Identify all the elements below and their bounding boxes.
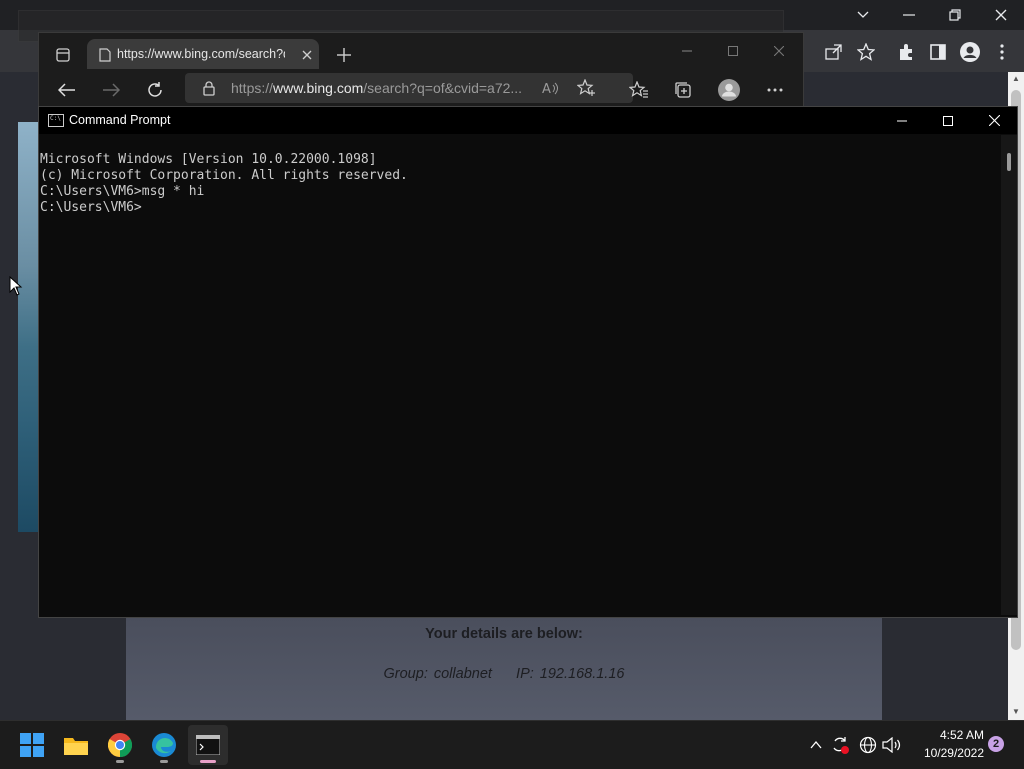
new-tab-icon[interactable]: [332, 43, 356, 67]
chrome-icon: [108, 733, 132, 757]
show-hidden-icons-chevron-up-icon[interactable]: [806, 733, 826, 757]
cmd-maximize-button[interactable]: [925, 107, 971, 134]
scroll-up-arrow[interactable]: ▲: [1008, 72, 1024, 86]
edge-taskbar-button[interactable]: [144, 725, 184, 765]
windows-logo-icon: [20, 733, 44, 757]
tab-actions-icon[interactable]: [51, 43, 75, 67]
collections-icon[interactable]: [671, 78, 695, 102]
clock-time[interactable]: 4:52 AM: [916, 728, 984, 742]
restore-icon: [949, 9, 961, 21]
active-indicator: [200, 760, 216, 763]
chrome-tab-search-button[interactable]: [840, 0, 886, 30]
taskbar: 4:52 AM 10/29/2022 2: [0, 720, 1024, 769]
chevron-down-icon: [857, 11, 869, 18]
share-icon[interactable]: [822, 40, 846, 64]
command-prompt-window[interactable]: C:\ Command Prompt Microsoft Windows [Ve…: [38, 106, 1018, 618]
address-url: https://www.bing.com/search?q=of&cvid=a7…: [231, 80, 523, 96]
close-tab-icon[interactable]: [295, 43, 319, 67]
details-title: Your details are below:: [425, 626, 583, 642]
cmd-taskbar-button[interactable]: [188, 725, 228, 765]
volume-icon[interactable]: [882, 733, 902, 757]
side-panel-icon[interactable]: [926, 40, 950, 64]
edge-window: https://www.bing.com/search?q https://ww…: [38, 32, 804, 108]
edge-close-button[interactable]: [767, 39, 791, 63]
favorites-icon[interactable]: [627, 78, 651, 102]
refresh-icon[interactable]: [143, 78, 167, 102]
scroll-down-arrow[interactable]: ▼: [1008, 705, 1024, 719]
edge-maximize-button[interactable]: [721, 39, 745, 63]
read-aloud-icon[interactable]: A: [539, 76, 563, 100]
close-icon: [995, 9, 1007, 21]
bookmark-star-icon[interactable]: [854, 40, 878, 64]
cmd-app-icon: C:\: [48, 114, 64, 127]
cmd-scrollbar-thumb[interactable]: [1007, 153, 1011, 171]
back-arrow-icon[interactable]: [55, 78, 79, 102]
running-indicator: [160, 760, 168, 763]
clock-date[interactable]: 10/29/2022: [910, 746, 984, 760]
edge-icon: [152, 733, 176, 757]
mouse-cursor-icon: [9, 275, 23, 301]
address-bar[interactable]: https://www.bing.com/search?q=of&cvid=a7…: [185, 73, 633, 103]
edge-tab-title: https://www.bing.com/search?q: [117, 47, 285, 61]
network-globe-icon[interactable]: [858, 733, 878, 757]
cmd-titlebar[interactable]: C:\ Command Prompt: [39, 107, 1017, 134]
edge-tab[interactable]: https://www.bing.com/search?q: [87, 39, 319, 69]
edge-profile-icon[interactable]: [717, 78, 741, 102]
cmd-console-output[interactable]: Microsoft Windows [Version 10.0.22000.10…: [40, 136, 1000, 614]
notification-count-badge[interactable]: 2: [988, 736, 1004, 752]
file-explorer-button[interactable]: [56, 725, 96, 765]
console-line: C:\Users\VM6>msg * hi: [40, 184, 205, 199]
chrome-minimize-button[interactable]: [886, 0, 932, 30]
chrome-close-button[interactable]: [978, 0, 1024, 30]
minimize-icon: [897, 120, 907, 121]
cmd-title: Command Prompt: [69, 113, 171, 127]
page-icon: [93, 43, 117, 67]
group-label: Group: collabnet: [383, 666, 492, 682]
add-favorite-icon[interactable]: [575, 76, 599, 100]
cmd-close-button[interactable]: [971, 107, 1017, 134]
chrome-taskbar-button[interactable]: [100, 725, 140, 765]
sync-status-icon[interactable]: [830, 733, 850, 757]
console-line: (c) Microsoft Corporation. All rights re…: [40, 168, 408, 183]
maximize-icon: [943, 115, 953, 126]
folder-icon: [64, 738, 88, 755]
chrome-restore-button[interactable]: [932, 0, 978, 30]
terminal-icon: [196, 735, 220, 755]
svg-text:A: A: [542, 82, 551, 95]
console-prompt-line: C:\Users\VM6>: [40, 200, 142, 215]
close-icon: [988, 115, 1000, 126]
details-line: Group: collabnet IP: 192.168.1.16: [126, 666, 882, 682]
cmd-minimize-button[interactable]: [879, 107, 925, 134]
start-button[interactable]: [12, 725, 52, 765]
minimize-icon: [903, 14, 915, 16]
console-line: Microsoft Windows [Version 10.0.22000.10…: [40, 152, 377, 167]
extensions-icon[interactable]: [894, 40, 918, 64]
more-menu-icon[interactable]: [990, 40, 1014, 64]
forward-arrow-icon[interactable]: [99, 78, 123, 102]
page-background-image: [18, 122, 40, 532]
profile-icon[interactable]: [958, 40, 982, 64]
ip-label: IP: 192.168.1.16: [516, 666, 625, 682]
edge-more-icon[interactable]: [763, 78, 787, 102]
edge-minimize-button[interactable]: [675, 39, 699, 63]
lock-icon[interactable]: [197, 76, 221, 100]
cmd-scrollbar[interactable]: [1001, 135, 1017, 615]
running-indicator: [116, 760, 124, 763]
